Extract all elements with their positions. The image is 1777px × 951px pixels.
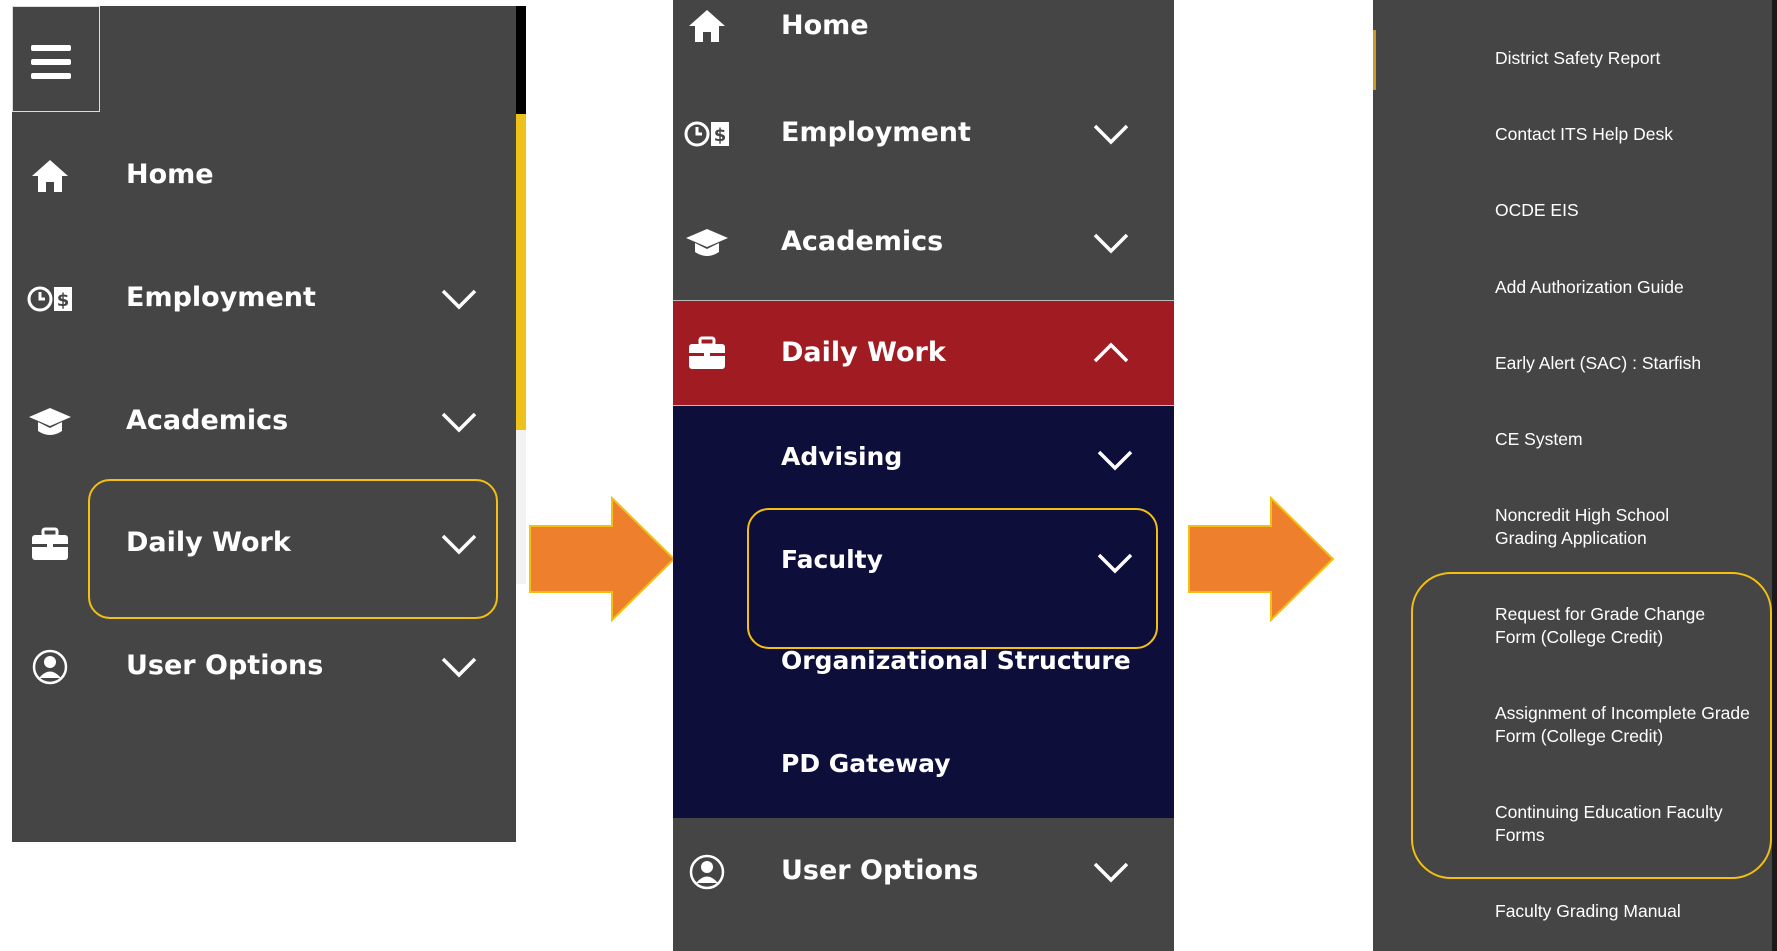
submenu-item-label: PD Gateway	[781, 749, 951, 778]
nav-item-home[interactable]: Home	[12, 146, 516, 206]
nav-item-user-options[interactable]: User Options	[673, 842, 1174, 902]
chevron-down-icon[interactable]	[1091, 227, 1131, 257]
chevron-down-icon[interactable]	[439, 406, 479, 436]
chevron-down-icon[interactable]	[1091, 118, 1131, 148]
chevron-down-icon[interactable]	[1091, 856, 1131, 886]
nav-item-academics[interactable]: Academics	[673, 213, 1174, 273]
link-early-alert-starfish[interactable]: Early Alert (SAC) : Starfish	[1495, 352, 1765, 375]
panel-accent	[1373, 30, 1376, 90]
nav-item-user-options[interactable]: User Options	[12, 637, 516, 697]
clock-dollar-icon: $	[26, 279, 74, 319]
nav-item-label: Academics	[781, 226, 944, 257]
nav-item-employment[interactable]: $ Employment	[12, 269, 516, 329]
user-circle-icon	[683, 852, 731, 892]
link-ce-system[interactable]: CE System	[1495, 428, 1765, 451]
highlight-faculty-forms	[1411, 572, 1772, 879]
hamburger-menu-button[interactable]	[12, 6, 100, 112]
link-faculty-grading-manual[interactable]: Faculty Grading Manual	[1495, 900, 1765, 923]
link-add-authorization-guide[interactable]: Add Authorization Guide	[1495, 276, 1765, 299]
nav-item-daily-work[interactable]: Daily Work	[673, 300, 1174, 406]
nav-item-label: User Options	[126, 650, 324, 681]
nav-item-employment[interactable]: $ Employment	[673, 104, 1174, 164]
chevron-up-icon[interactable]	[1091, 337, 1131, 367]
chevron-down-icon[interactable]	[1095, 444, 1135, 474]
highlight-daily-work	[88, 479, 498, 619]
step-arrow-1	[528, 495, 676, 626]
nav-item-academics[interactable]: Academics	[12, 392, 516, 452]
graduation-cap-icon	[26, 402, 74, 442]
nav-panel-collapsed: Home $ Employment Academics Daily Work U…	[12, 6, 516, 842]
page-header-strip	[516, 6, 526, 114]
nav-item-label: Home	[126, 159, 214, 190]
graduation-cap-icon	[683, 223, 731, 263]
highlight-faculty	[747, 508, 1158, 649]
link-district-safety-report[interactable]: District Safety Report	[1495, 47, 1765, 70]
home-icon	[683, 6, 731, 46]
link-contact-its-help-desk[interactable]: Contact ITS Help Desk	[1495, 123, 1765, 146]
briefcase-icon	[26, 524, 74, 564]
clock-dollar-icon: $	[683, 114, 731, 154]
nav-item-label: User Options	[781, 855, 979, 886]
step-arrow-2	[1187, 495, 1335, 626]
nav-item-home[interactable]: Home	[673, 0, 1174, 54]
user-circle-icon	[26, 647, 74, 687]
panel-edge	[1772, 0, 1777, 951]
nav-item-label: Daily Work	[781, 337, 946, 368]
nav-item-label: Employment	[781, 117, 971, 148]
briefcase-icon	[683, 333, 731, 373]
page-content-strip	[516, 430, 526, 584]
link-noncredit-grading-application[interactable]: Noncredit High School Grading Applicatio…	[1495, 504, 1705, 550]
svg-text:$: $	[57, 290, 70, 311]
submenu-item-label: Advising	[781, 442, 903, 471]
submenu-item-label: Organizational Structure	[781, 646, 1131, 675]
chevron-down-icon[interactable]	[439, 283, 479, 313]
nav-item-label: Academics	[126, 405, 289, 436]
svg-text:$: $	[714, 125, 727, 146]
submenu-item-pd-gateway[interactable]: PD Gateway	[673, 741, 1174, 791]
nav-panel-expanded: Home $ Employment Academics Daily Work A…	[673, 0, 1174, 951]
home-icon	[26, 156, 74, 196]
nav-item-label: Employment	[126, 282, 316, 313]
submenu-item-advising[interactable]: Advising	[673, 434, 1174, 484]
link-ocde-eis[interactable]: OCDE EIS	[1495, 199, 1765, 222]
chevron-down-icon[interactable]	[439, 651, 479, 681]
nav-item-label: Home	[781, 10, 869, 41]
